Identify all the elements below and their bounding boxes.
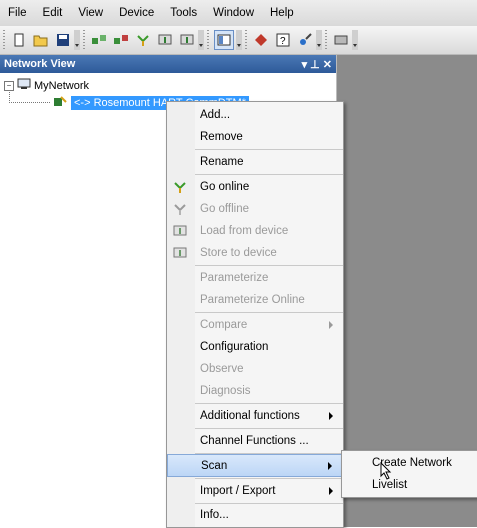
- menu-file[interactable]: File: [0, 7, 35, 19]
- menu-view[interactable]: View: [70, 7, 111, 19]
- menu-device[interactable]: Device: [111, 7, 162, 19]
- toolbar-grip: [325, 30, 327, 50]
- load-from-device-icon: [173, 224, 187, 238]
- menu-item-label: Compare: [200, 319, 248, 331]
- go-online-icon[interactable]: [134, 31, 152, 49]
- menu-help[interactable]: Help: [262, 7, 302, 19]
- menu-item-info[interactable]: Info...: [167, 504, 343, 526]
- menu-item-label: Scan: [201, 459, 228, 472]
- menu-item-go-online[interactable]: Go online: [167, 176, 343, 198]
- open-folder-icon[interactable]: [32, 31, 50, 49]
- menu-item-label: Store to device: [200, 247, 277, 259]
- menu-window[interactable]: Window: [205, 7, 262, 19]
- toolbar: ?: [0, 26, 477, 55]
- toolbar-grip: [207, 30, 209, 50]
- menu-item-channel-functions[interactable]: Channel Functions ...: [167, 430, 343, 452]
- menu-separator: [195, 478, 343, 479]
- menu-bar: File Edit View Device Tools Window Help: [0, 0, 477, 26]
- menu-item-label: Diagnosis: [200, 385, 251, 397]
- collapse-icon[interactable]: −: [4, 80, 14, 91]
- menu-edit[interactable]: Edit: [35, 7, 71, 19]
- menu-item-label: Rename: [200, 156, 244, 168]
- network-view-titlebar: Network View ▾ ⊥ ✕: [0, 55, 336, 73]
- submenu-arrow-icon: [329, 321, 333, 329]
- go-online-icon: [173, 180, 187, 194]
- submenu-arrow-icon: [329, 412, 333, 420]
- menu-item-rename[interactable]: Rename: [167, 151, 343, 173]
- menu-item-label: Import / Export: [200, 485, 276, 497]
- menu-item-label: Additional functions: [200, 410, 300, 422]
- menu-item-label: Add...: [200, 109, 231, 121]
- tree-connector-line: [9, 90, 50, 103]
- menu-separator: [195, 428, 343, 429]
- toolbar-grip: [245, 30, 247, 50]
- menu-item-import-export[interactable]: Import / Export: [167, 480, 343, 502]
- device-comm-icon: [52, 94, 68, 111]
- toolbar-overflow-dropdown[interactable]: [316, 30, 322, 50]
- toolbar-grip: [83, 30, 85, 50]
- menu-separator: [195, 149, 343, 150]
- menu-item-label: Channel Functions ...: [200, 435, 309, 447]
- load-from-device-icon[interactable]: [156, 31, 174, 49]
- new-file-icon[interactable]: [10, 31, 28, 49]
- menu-item-store-to-device[interactable]: Store to device: [167, 242, 343, 264]
- menu-separator: [195, 312, 343, 313]
- svg-text:?: ?: [280, 36, 286, 47]
- store-to-device-icon: [173, 246, 187, 260]
- menu-tools[interactable]: Tools: [162, 7, 205, 19]
- menu-item-label: Load from device: [200, 225, 289, 237]
- scan-submenu: Create Network Livelist: [341, 450, 477, 498]
- toolbar-overflow-dropdown[interactable]: [352, 30, 358, 50]
- menu-item-observe[interactable]: Observe: [167, 358, 343, 380]
- menu-item-go-offline[interactable]: Go offline: [167, 198, 343, 220]
- menu-item-label: Info...: [200, 509, 229, 521]
- network-add-icon[interactable]: [90, 31, 108, 49]
- submenu-arrow-icon: [328, 461, 332, 470]
- device-wizard-icon[interactable]: [296, 31, 314, 49]
- hart-icon[interactable]: [332, 31, 350, 49]
- menu-item-label: Configuration: [200, 341, 269, 353]
- menu-item-label: Go online: [200, 181, 250, 193]
- toolbar-grip: [3, 30, 5, 50]
- toolbar-overflow-dropdown[interactable]: [74, 30, 80, 50]
- menu-item-remove[interactable]: Remove: [167, 126, 343, 148]
- toolbar-overflow-dropdown[interactable]: [236, 30, 242, 50]
- menu-item-label: Parameterize: [200, 272, 269, 284]
- menu-separator: [195, 174, 343, 175]
- catalog-icon[interactable]: [252, 31, 270, 49]
- menu-item-add[interactable]: Add...: [167, 104, 343, 126]
- save-icon[interactable]: [54, 31, 72, 49]
- network-remove-icon[interactable]: [112, 31, 130, 49]
- menu-separator: [195, 403, 343, 404]
- context-menu: Add... Remove Rename Go online Go offlin…: [166, 101, 344, 528]
- submenu-item-livelist[interactable]: Livelist: [342, 474, 477, 496]
- panel-title: Network View: [4, 58, 76, 70]
- menu-item-label: Go offline: [200, 203, 250, 215]
- menu-item-additional-functions[interactable]: Additional functions: [167, 405, 343, 427]
- menu-item-parameterize[interactable]: Parameterize: [167, 267, 343, 289]
- menu-item-configuration[interactable]: Configuration: [167, 336, 343, 358]
- menu-item-scan[interactable]: Scan: [167, 454, 343, 477]
- submenu-arrow-icon: [329, 487, 333, 495]
- menu-separator: [195, 265, 343, 266]
- menu-item-parameterize-online[interactable]: Parameterize Online: [167, 289, 343, 311]
- go-offline-icon: [173, 202, 187, 216]
- submenu-item-create-network[interactable]: Create Network: [342, 452, 477, 474]
- toolbar-overflow-dropdown[interactable]: [198, 30, 204, 50]
- network-view-icon[interactable]: [214, 30, 234, 50]
- panel-controls[interactable]: ▾ ⊥ ✕: [298, 58, 336, 71]
- menu-item-load-from-device[interactable]: Load from device: [167, 220, 343, 242]
- menu-item-label: Remove: [200, 131, 243, 143]
- menu-item-compare[interactable]: Compare: [167, 314, 343, 336]
- menu-item-label: Observe: [200, 363, 244, 375]
- store-to-device-icon[interactable]: [178, 31, 196, 49]
- help-icon[interactable]: ?: [274, 31, 292, 49]
- menu-item-diagnosis[interactable]: Diagnosis: [167, 380, 343, 402]
- mouse-pointer-icon: [380, 461, 392, 483]
- menu-item-label: Parameterize Online: [200, 294, 305, 306]
